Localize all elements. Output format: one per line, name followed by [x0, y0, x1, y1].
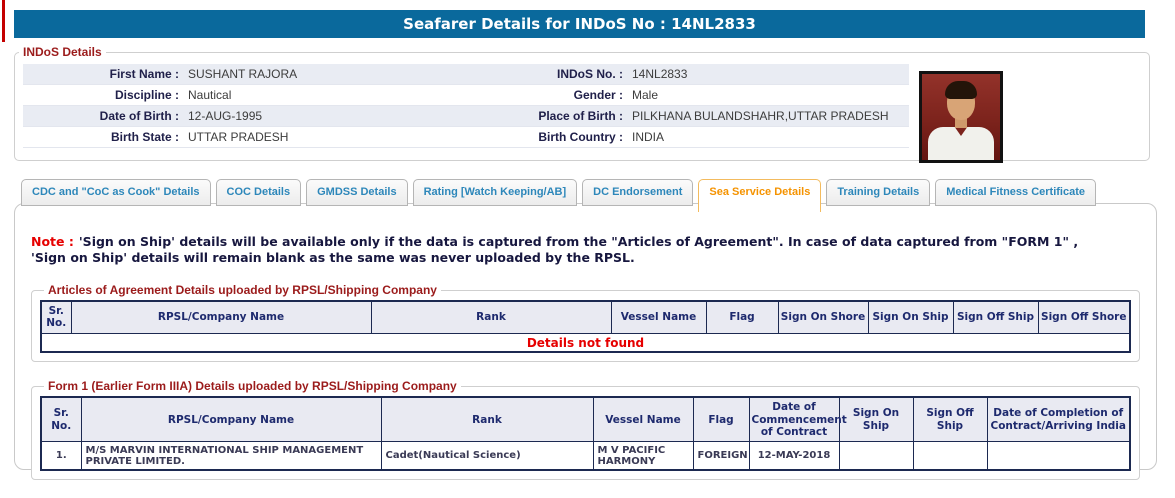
birth-state-value: UTTAR PRADESH: [188, 130, 289, 144]
gender-value: Male: [632, 88, 659, 102]
page-title: Seafarer Details for INDoS No : 14NL2833: [403, 15, 756, 33]
form1-section: Form 1 (Earlier Form IIIA) Details uploa…: [31, 379, 1140, 480]
cell-date-completion: [986, 441, 1131, 471]
col-sign-off-ship: Sign Off Ship: [952, 300, 1039, 334]
note-body: 'Sign on Ship' details will be available…: [31, 234, 1079, 265]
articles-header-row: Sr. No. RPSL/Company Name Rank Vessel Na…: [40, 300, 1131, 334]
seafarer-photo: [919, 71, 1003, 163]
form1-table: Sr. No. RPSL/Company Name Rank Vessel Na…: [40, 396, 1131, 471]
indos-row-first-name: First Name : SUSHANT RAJORA INDoS No. : …: [23, 64, 909, 85]
col-company: RPSL/Company Name: [80, 396, 382, 443]
col-sign-on-ship: Sign On Ship: [838, 396, 914, 443]
gender-label: Gender :: [573, 88, 623, 102]
col-sign-off-ship: Sign Off Ship: [912, 396, 988, 443]
tab-medical-fitness-certificate[interactable]: Medical Fitness Certificate: [935, 179, 1097, 206]
col-company: RPSL/Company Name: [70, 300, 372, 334]
birth-state-label: Birth State :: [110, 130, 179, 144]
cell-company: M/S MARVIN INTERNATIONAL SHIP MANAGEMENT…: [80, 441, 382, 471]
tab-rating-watch-keeping-ab[interactable]: Rating [Watch Keeping/AB]: [412, 179, 578, 206]
articles-of-agreement-table: Sr. No. RPSL/Company Name Rank Vessel Na…: [40, 300, 1131, 354]
col-sign-on-shore: Sign On Shore: [777, 300, 869, 334]
col-vessel-name: Vessel Name: [610, 300, 707, 334]
indos-no-label: INDoS No. :: [557, 67, 623, 81]
tab-training-details[interactable]: Training Details: [826, 179, 931, 206]
tab-gmdss-details[interactable]: GMDSS Details: [306, 179, 408, 206]
col-flag: Flag: [705, 300, 779, 334]
tab-dc-endorsement[interactable]: DC Endorsement: [582, 179, 694, 206]
cell-sign-off-ship: [912, 441, 988, 471]
date-of-birth-value: 12-AUG-1995: [188, 109, 263, 123]
place-of-birth-label: Place of Birth :: [538, 109, 623, 123]
col-rank: Rank: [370, 300, 612, 334]
col-sign-on-ship: Sign On Ship: [867, 300, 954, 334]
first-name-value: SUSHANT RAJORA: [188, 67, 298, 81]
cell-rank: Cadet(Nautical Science): [380, 441, 594, 471]
indos-row-discipline: Discipline : Nautical Gender : Male: [23, 85, 909, 106]
form1-data-row: 1. M/S MARVIN INTERNATIONAL SHIP MANAGEM…: [40, 441, 1131, 471]
articles-of-agreement-section: Articles of Agreement Details uploaded b…: [31, 283, 1140, 363]
form1-legend: Form 1 (Earlier Form IIIA) Details uploa…: [48, 379, 457, 394]
tab-bar: CDC and "CoC as Cook" Details COC Detail…: [21, 179, 1097, 212]
indos-row-birth-date: Date of Birth : 12-AUG-1995 Place of Bir…: [23, 106, 909, 127]
col-flag: Flag: [692, 396, 750, 443]
col-sign-off-shore: Sign Off Shore: [1037, 300, 1131, 334]
photo-hair: [945, 81, 977, 99]
date-of-birth-label: Date of Birth :: [99, 109, 179, 123]
indos-details-legend: INDoS Details: [23, 45, 102, 59]
cell-sr-no: 1.: [40, 441, 82, 471]
col-sr-no: Sr. No.: [40, 396, 82, 443]
col-date-completion: Date of Completion of Contract/Arriving …: [986, 396, 1131, 443]
note-text: Note : 'Sign on Ship' details will be ava…: [31, 234, 1101, 266]
page-title-bar: Seafarer Details for INDoS No : 14NL2833: [14, 10, 1145, 38]
indos-row-birth-state: Birth State : UTTAR PRADESH Birth Countr…: [23, 127, 909, 148]
first-name-label: First Name :: [109, 67, 179, 81]
left-red-border: [2, 0, 5, 42]
cell-date-commencement: 12-MAY-2018: [748, 441, 840, 471]
cell-sign-on-ship: [838, 441, 914, 471]
col-rank: Rank: [380, 396, 594, 443]
indos-no-value: 14NL2833: [632, 67, 688, 81]
indos-details-section: INDoS Details First Name : SUSHANT RAJOR…: [14, 45, 1150, 163]
tab-cdc-coc-as-cook-details[interactable]: CDC and "CoC as Cook" Details: [21, 179, 211, 206]
tab-sea-service-details[interactable]: Sea Service Details: [698, 179, 822, 212]
articles-of-agreement-legend: Articles of Agreement Details uploaded b…: [48, 283, 437, 297]
form1-header-row: Sr. No. RPSL/Company Name Rank Vessel Na…: [40, 396, 1131, 443]
birth-country-value: INDIA: [632, 130, 665, 144]
col-sr-no: Sr. No.: [40, 300, 72, 334]
sea-service-panel: CDC and "CoC as Cook" Details COC Detail…: [14, 179, 1157, 480]
birth-country-label: Birth Country :: [538, 130, 623, 144]
place-of-birth-value: PILKHANA BULANDSHAHR,UTTAR PRADESH: [632, 109, 889, 123]
note-prefix: Note :: [31, 234, 74, 249]
col-date-commencement: Date of Commencement of Contract: [748, 396, 847, 443]
empty-row: Details not found: [40, 332, 1131, 353]
tab-coc-details[interactable]: COC Details: [215, 179, 302, 206]
discipline-label: Discipline :: [114, 88, 179, 102]
col-vessel-name: Vessel Name: [592, 396, 694, 443]
cell-vessel-name: M V PACIFIC HARMONY: [592, 441, 694, 471]
details-not-found-message: Details not found: [40, 332, 1131, 353]
discipline-value: Nautical: [188, 88, 232, 102]
cell-flag: FOREIGN: [692, 441, 750, 471]
